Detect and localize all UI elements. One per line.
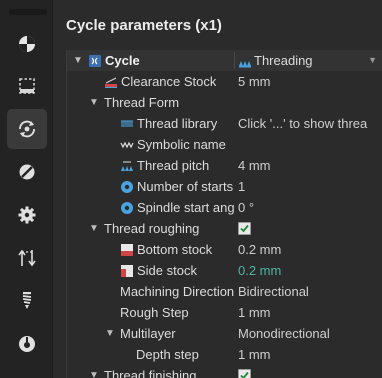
thread-finishing-label: Thread finishing xyxy=(104,368,197,378)
parameter-tree: ▼ Cycle Threading ▼ Clearance Stock 5 mm xyxy=(66,50,382,378)
tree-row-machining-direction[interactable]: Machining Direction Bidirectional xyxy=(67,281,382,302)
thread-roughing-label: Thread roughing xyxy=(104,221,200,236)
clearance-stock-icon xyxy=(105,77,117,88)
collapse-arrow-icon[interactable]: ▼ xyxy=(73,50,83,71)
thread-library-icon xyxy=(121,120,133,127)
spindle-circle-icon[interactable] xyxy=(7,324,47,364)
clearance-stock-label: Clearance Stock xyxy=(121,74,217,89)
bottom-stock-label: Bottom stock xyxy=(137,242,213,257)
cycle-rotate-icon[interactable] xyxy=(7,109,47,149)
tree-row-side-stock[interactable]: Side stock 0.2 mm xyxy=(67,260,382,281)
depth-step-value[interactable]: 1 mm xyxy=(238,344,382,365)
cycle-label: Cycle xyxy=(105,53,140,68)
gear-icon[interactable] xyxy=(7,195,47,235)
number-of-starts-value[interactable]: 1 xyxy=(238,176,382,197)
spindle-start-angle-icon xyxy=(121,202,133,214)
chevron-down-icon[interactable]: ▼ xyxy=(368,50,377,71)
collapse-arrow-icon[interactable]: ▼ xyxy=(105,323,115,344)
clearance-stock-value[interactable]: 5 mm xyxy=(238,71,382,92)
thread-pitch-value[interactable]: 4 mm xyxy=(238,155,382,176)
thread-pitch-icon xyxy=(121,161,133,171)
collapse-arrow-icon[interactable]: ▼ xyxy=(89,92,99,113)
tool-disc-icon[interactable] xyxy=(7,152,47,192)
cycle-item-icon xyxy=(89,55,101,67)
panel-title: Cycle parameters (x1) xyxy=(66,17,222,34)
threading-icon xyxy=(239,61,251,68)
thread-library-label: Thread library xyxy=(137,116,218,131)
side-stock-value[interactable]: 0.2 mm xyxy=(238,260,382,281)
tree-row-symbolic-name[interactable]: Symbolic name xyxy=(67,134,382,155)
collapse-arrow-icon[interactable]: ▼ xyxy=(89,365,99,378)
depth-step-label: Depth step xyxy=(136,347,199,362)
tree-row-number-of-starts[interactable]: Number of starts 1 xyxy=(67,176,382,197)
thread-pitch-label: Thread pitch xyxy=(137,158,210,173)
sidebar-top-strip xyxy=(9,9,47,15)
side-stock-icon xyxy=(121,265,133,277)
machining-direction-label: Machining Direction xyxy=(120,284,234,299)
stock-dashed-box-icon[interactable] xyxy=(7,66,47,106)
number-of-starts-icon xyxy=(121,181,133,193)
spindle-start-angle-value[interactable]: 0 ° xyxy=(238,197,382,218)
multilayer-value[interactable]: Monodirectional xyxy=(238,323,382,344)
tree-row-bottom-stock[interactable]: Bottom stock 0.2 mm xyxy=(67,239,382,260)
sidebar xyxy=(0,0,52,378)
tree-row-clearance-stock[interactable]: Clearance Stock 5 mm xyxy=(67,71,382,92)
column-separator xyxy=(234,52,235,69)
machining-direction-value[interactable]: Bidirectional xyxy=(238,281,382,302)
cycle-parameters-panel: Cycle parameters (x1) ▼ Cycle Threading … xyxy=(53,0,382,378)
multilayer-label: Multilayer xyxy=(120,326,176,341)
tree-row-cycle[interactable]: ▼ Cycle Threading ▼ xyxy=(67,50,382,71)
tree-row-spindle-start-angle[interactable]: Spindle start ang 0 ° xyxy=(67,197,382,218)
number-of-starts-label: Number of starts xyxy=(137,179,234,194)
cycle-type-select[interactable]: Threading xyxy=(254,50,313,71)
thread-form-label: Thread Form xyxy=(104,95,180,110)
collapse-arrow-icon[interactable]: ▼ xyxy=(89,218,99,239)
tree-row-thread-finishing[interactable]: ▼ Thread finishing xyxy=(67,365,382,378)
tree-row-multilayer[interactable]: ▼ Multilayer Monodirectional xyxy=(67,323,382,344)
symbolic-name-icon xyxy=(120,141,134,149)
symbolic-name-label: Symbolic name xyxy=(137,137,226,152)
tree-row-thread-pitch[interactable]: Thread pitch 4 mm xyxy=(67,155,382,176)
thread-library-value[interactable]: Click '...' to show threa xyxy=(238,113,382,134)
spindle-start-angle-label: Spindle start ang xyxy=(137,200,235,215)
tree-row-thread-roughing[interactable]: ▼ Thread roughing xyxy=(67,218,382,239)
thread-finishing-checkbox[interactable] xyxy=(238,369,251,378)
side-stock-label: Side stock xyxy=(137,263,197,278)
tree-row-thread-form[interactable]: ▼ Thread Form xyxy=(67,92,382,113)
tree-row-thread-library[interactable]: Thread library Click '...' to show threa xyxy=(67,113,382,134)
tree-row-depth-step[interactable]: Depth step 1 mm xyxy=(67,344,382,365)
drill-bit-icon[interactable] xyxy=(7,280,47,320)
bottom-stock-icon xyxy=(121,244,133,256)
approach-retract-icon[interactable] xyxy=(7,238,47,278)
rough-step-label: Rough Step xyxy=(120,305,189,320)
origin-target-icon[interactable] xyxy=(7,24,47,64)
rough-step-value[interactable]: 1 mm xyxy=(238,302,382,323)
tree-row-rough-step[interactable]: Rough Step 1 mm xyxy=(67,302,382,323)
thread-roughing-checkbox[interactable] xyxy=(238,222,251,235)
bottom-stock-value[interactable]: 0.2 mm xyxy=(238,239,382,260)
